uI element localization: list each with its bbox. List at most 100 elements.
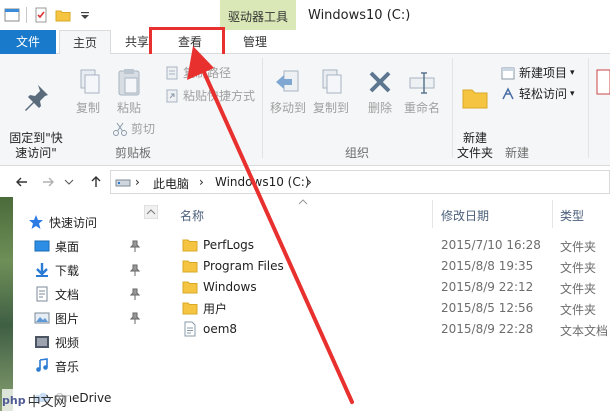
column-header-date[interactable]: 修改日期	[441, 207, 489, 224]
nav-item-downloads[interactable]: 下载	[34, 259, 79, 281]
explorer-window-icon[interactable]	[4, 7, 20, 23]
new-folder-label: 新建 文件夹	[456, 131, 493, 160]
nav-item-pictures[interactable]: 图片	[34, 307, 79, 329]
file-row-name[interactable]: 用户	[182, 298, 227, 318]
file-date: 2015/8/9 22:28	[441, 322, 534, 336]
title-bar: 驱动器工具 Windows10 (C:)	[0, 0, 610, 30]
new-folder-icon	[462, 89, 488, 109]
file-date: 2015/8/8 19:35	[441, 259, 534, 273]
copy-button[interactable]: 复制	[70, 66, 106, 116]
file-name: 用户	[203, 301, 228, 316]
desktop-background-strip	[0, 197, 13, 411]
folder-icon	[182, 281, 198, 294]
text-file-icon	[184, 321, 196, 337]
file-row-name[interactable]: oem8	[182, 319, 237, 339]
file-date: 2015/7/10 16:28	[441, 238, 541, 252]
file-name: Program Files	[203, 259, 284, 273]
column-header-name[interactable]: 名称	[180, 207, 204, 224]
copy-to-icon	[322, 69, 342, 94]
forward-arrow-icon[interactable]	[40, 174, 56, 190]
copy-to-button[interactable]: 复制到	[310, 66, 352, 116]
organize-group-label: 组织	[345, 146, 370, 160]
copy-to-label: 复制到	[312, 101, 349, 115]
nav-item-documents[interactable]: 文档	[34, 283, 79, 305]
folder-icon	[182, 260, 198, 273]
tab-manage[interactable]: 管理	[232, 30, 278, 55]
drive-icon	[115, 179, 131, 187]
new-folder-qat-icon[interactable]	[55, 7, 71, 23]
file-type: 文本文档	[560, 324, 609, 338]
column-header-type[interactable]: 类型	[560, 207, 584, 224]
copy-path-icon	[166, 66, 178, 79]
breadcrumb-separator[interactable]: ›	[307, 175, 312, 189]
move-to-button[interactable]: 移动到	[268, 66, 308, 116]
properties-ribbon-icon[interactable]	[596, 66, 610, 98]
pin-icon	[25, 85, 48, 111]
nav-item-music[interactable]: 音乐	[34, 355, 79, 377]
file-type: 文件夹	[560, 261, 597, 275]
nav-item-label: 文档	[55, 287, 80, 302]
nav-item-label: 桌面	[55, 239, 80, 254]
pin-quick-access-button[interactable]: 固定到"快 速访问"	[4, 66, 68, 161]
pinned-icon	[130, 264, 140, 276]
window-title: Windows10 (C:)	[308, 8, 411, 23]
cut-button[interactable]: 剪切	[112, 120, 155, 137]
back-arrow-icon[interactable]	[14, 174, 30, 190]
folder-icon	[182, 239, 198, 252]
copy-path-button[interactable]: 复制路径	[164, 64, 231, 81]
paste-button[interactable]: 粘贴	[110, 66, 148, 116]
delete-button[interactable]: 删除	[362, 66, 398, 116]
music-note-icon	[36, 358, 48, 372]
delete-label: 删除	[367, 101, 392, 115]
rename-button[interactable]: 重命名	[401, 66, 443, 116]
easy-access-button[interactable]: 轻松访问 ▾	[500, 85, 575, 102]
paste-shortcut-label: 粘贴快捷方式	[183, 89, 256, 103]
new-folder-button[interactable]: 新建 文件夹	[452, 66, 498, 161]
watermark: php 中文网	[2, 389, 70, 411]
file-name: oem8	[203, 322, 238, 336]
sort-ascending-icon	[298, 199, 308, 205]
cut-label: 剪切	[131, 122, 156, 136]
nav-quick-access[interactable]: 快速访问	[28, 211, 97, 233]
documents-icon	[36, 286, 48, 302]
file-row-name[interactable]: PerfLogs	[182, 235, 254, 255]
nav-item-label: 音乐	[55, 359, 80, 374]
file-date: 2015/8/5 12:56	[441, 301, 534, 315]
address-field[interactable]: › 此电脑 › Windows10 (C:) ›	[110, 170, 610, 194]
properties-icon[interactable]	[33, 7, 49, 23]
tab-file[interactable]: 文件	[0, 30, 56, 54]
ribbon-tab-bar: 文件 主页 共享 查看 管理	[0, 30, 610, 55]
breadcrumb-separator[interactable]: ›	[199, 175, 204, 189]
up-arrow-icon[interactable]	[88, 174, 104, 190]
quick-access-toolbar	[4, 7, 93, 23]
copy-icon	[80, 69, 100, 94]
column-divider[interactable]	[552, 200, 553, 228]
file-row-name[interactable]: Program Files	[182, 256, 284, 276]
new-group-label: 新建	[505, 146, 530, 160]
file-row-name[interactable]: Windows	[182, 277, 257, 297]
breadcrumb-drive[interactable]: Windows10 (C:)	[215, 175, 309, 189]
tab-home[interactable]: 主页	[59, 30, 111, 55]
new-item-button[interactable]: 新建项目 ▾	[500, 64, 575, 81]
nav-item-desktop[interactable]: 桌面	[34, 235, 79, 257]
nav-item-videos[interactable]: 视频	[34, 331, 79, 353]
videos-icon	[35, 336, 49, 348]
file-date: 2015/8/9 22:12	[441, 280, 534, 294]
group-divider	[262, 58, 263, 158]
file-name: Windows	[203, 280, 257, 294]
breadcrumb-separator[interactable]: ›	[135, 175, 140, 189]
nav-quick-access-label: 快速访问	[49, 215, 98, 230]
folder-icon	[182, 302, 198, 315]
customize-qat-icon[interactable]	[77, 7, 93, 23]
delete-x-icon	[369, 71, 391, 93]
column-divider[interactable]	[432, 200, 433, 228]
recent-locations-chevron-icon[interactable]	[64, 174, 74, 190]
paste-label: 粘贴	[116, 101, 141, 115]
nav-item-label: 视频	[55, 335, 80, 350]
easy-access-icon	[502, 86, 514, 99]
copy-path-label: 复制路径	[183, 66, 232, 80]
nav-scroll-up-icon[interactable]	[144, 205, 158, 219]
breadcrumb-this-pc[interactable]: 此电脑	[153, 175, 189, 192]
file-type: 文件夹	[560, 240, 597, 254]
paste-shortcut-button[interactable]: 粘贴快捷方式	[164, 87, 255, 104]
